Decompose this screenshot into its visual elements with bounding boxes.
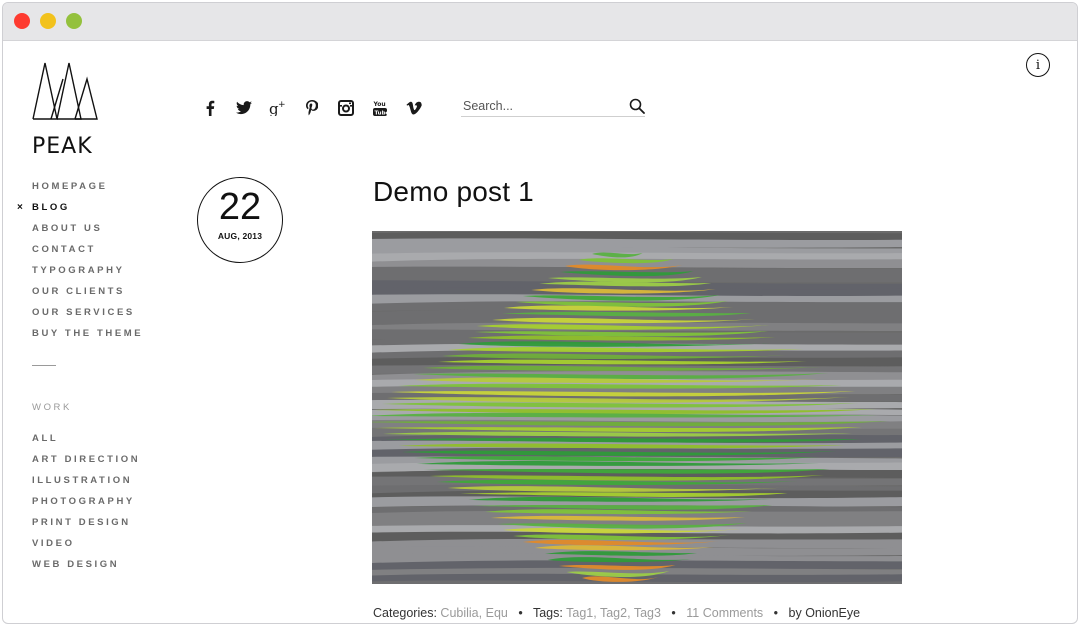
- category-link[interactable]: Equ: [486, 606, 508, 620]
- comments-link[interactable]: 11 Comments: [686, 606, 763, 620]
- instagram-icon[interactable]: [329, 97, 363, 119]
- maximize-window-button[interactable]: [66, 13, 82, 29]
- work-item-print-design[interactable]: PRINT DESIGN: [32, 517, 140, 538]
- nav-divider: [32, 365, 56, 366]
- work-navigation: ALL ART DIRECTION ILLUSTRATION PHOTOGRAP…: [32, 433, 140, 580]
- google-plus-icon[interactable]: g +: [261, 97, 295, 119]
- textile-art-image: [372, 231, 902, 584]
- nav-item-our-services[interactable]: OUR SERVICES: [32, 307, 143, 328]
- nav-item-label: BUY THE THEME: [32, 328, 144, 339]
- page-content: PEAK HOMEPAGE × BLOG ABOUT US CONTACT TYP…: [3, 41, 1077, 623]
- twitter-icon[interactable]: [227, 97, 261, 119]
- logo-text: PEAK: [32, 134, 93, 159]
- work-item-all[interactable]: ALL: [32, 433, 140, 454]
- post-meta: Categories: Cubilia, Equ • Tags: Tag1, T…: [373, 606, 861, 620]
- tag-link[interactable]: Tag2: [600, 606, 627, 620]
- minimize-window-button[interactable]: [40, 13, 56, 29]
- info-button[interactable]: i: [1026, 53, 1050, 77]
- nav-item-label: OUR SERVICES: [32, 307, 135, 318]
- site-logo[interactable]: PEAK: [31, 61, 101, 159]
- vimeo-icon[interactable]: [397, 97, 431, 119]
- tags-label: Tags:: [532, 606, 563, 620]
- work-item-video[interactable]: VIDEO: [32, 538, 140, 559]
- work-item-label: VIDEO: [32, 538, 75, 549]
- nav-item-buy-the-theme[interactable]: BUY THE THEME: [32, 328, 143, 349]
- work-item-photography[interactable]: PHOTOGRAPHY: [32, 496, 140, 517]
- meta-separator: •: [671, 606, 676, 620]
- work-item-label: ALL: [32, 433, 59, 444]
- tag-link[interactable]: Tag3: [634, 606, 661, 620]
- post-title[interactable]: Demo post 1: [373, 175, 534, 209]
- work-item-illustration[interactable]: ILLUSTRATION: [32, 475, 140, 496]
- work-item-label: PHOTOGRAPHY: [32, 496, 135, 507]
- nav-item-label: ABOUT US: [32, 223, 103, 234]
- meta-separator: •: [518, 606, 523, 620]
- social-links: g + You Tube: [193, 97, 431, 119]
- nav-item-about-us[interactable]: ABOUT US: [32, 223, 143, 244]
- work-item-art-direction[interactable]: ART DIRECTION: [32, 454, 140, 475]
- svg-text:Tube: Tube: [375, 111, 388, 117]
- svg-text:You: You: [373, 101, 386, 108]
- work-heading: WORK: [32, 402, 72, 413]
- nav-item-our-clients[interactable]: OUR CLIENTS: [32, 286, 143, 307]
- main-navigation: HOMEPAGE × BLOG ABOUT US CONTACT TYPOGRAP…: [17, 181, 143, 349]
- nav-item-homepage[interactable]: HOMEPAGE: [32, 181, 143, 202]
- tag-link[interactable]: Tag1: [566, 606, 593, 620]
- work-item-label: ILLUSTRATION: [32, 475, 133, 486]
- search-icon[interactable]: [629, 98, 645, 114]
- work-item-web-design[interactable]: WEB DESIGN: [32, 559, 140, 580]
- work-item-label: WEB DESIGN: [32, 559, 120, 570]
- nav-item-label: BLOG: [32, 202, 70, 213]
- title-bar: [3, 3, 1077, 41]
- post-day: 22: [218, 186, 262, 228]
- post-author: by OnionEye: [788, 606, 861, 620]
- nav-item-typography[interactable]: TYPOGRAPHY: [32, 265, 143, 286]
- search-input[interactable]: [463, 98, 621, 114]
- category-link[interactable]: Cubilia: [440, 606, 478, 620]
- nav-item-label: HOMEPAGE: [32, 181, 108, 192]
- post-featured-image[interactable]: [372, 231, 902, 584]
- svg-text:+: +: [278, 100, 286, 110]
- nav-item-label: OUR CLIENTS: [32, 286, 125, 297]
- work-item-label: PRINT DESIGN: [32, 517, 131, 528]
- facebook-icon[interactable]: [193, 97, 227, 119]
- pinterest-icon[interactable]: [295, 97, 329, 119]
- nav-item-label: TYPOGRAPHY: [32, 265, 125, 276]
- close-window-button[interactable]: [14, 13, 30, 29]
- meta-separator: •: [773, 606, 779, 620]
- work-item-label: ART DIRECTION: [32, 454, 141, 465]
- categories-label: Categories:: [373, 606, 437, 620]
- peak-logo-icon: PEAK: [32, 62, 98, 159]
- active-close-icon: ×: [17, 202, 23, 213]
- youtube-icon[interactable]: You Tube: [363, 97, 397, 119]
- nav-item-label: CONTACT: [32, 244, 96, 255]
- search-bar: [461, 97, 645, 117]
- post-date-badge: 22 AUG, 2013: [197, 177, 283, 263]
- browser-window: PEAK HOMEPAGE × BLOG ABOUT US CONTACT TYP…: [2, 2, 1078, 624]
- info-icon: i: [1035, 57, 1041, 73]
- post-month-year: AUG, 2013: [217, 231, 263, 241]
- nav-item-blog[interactable]: × BLOG: [17, 202, 143, 223]
- nav-item-contact[interactable]: CONTACT: [32, 244, 143, 265]
